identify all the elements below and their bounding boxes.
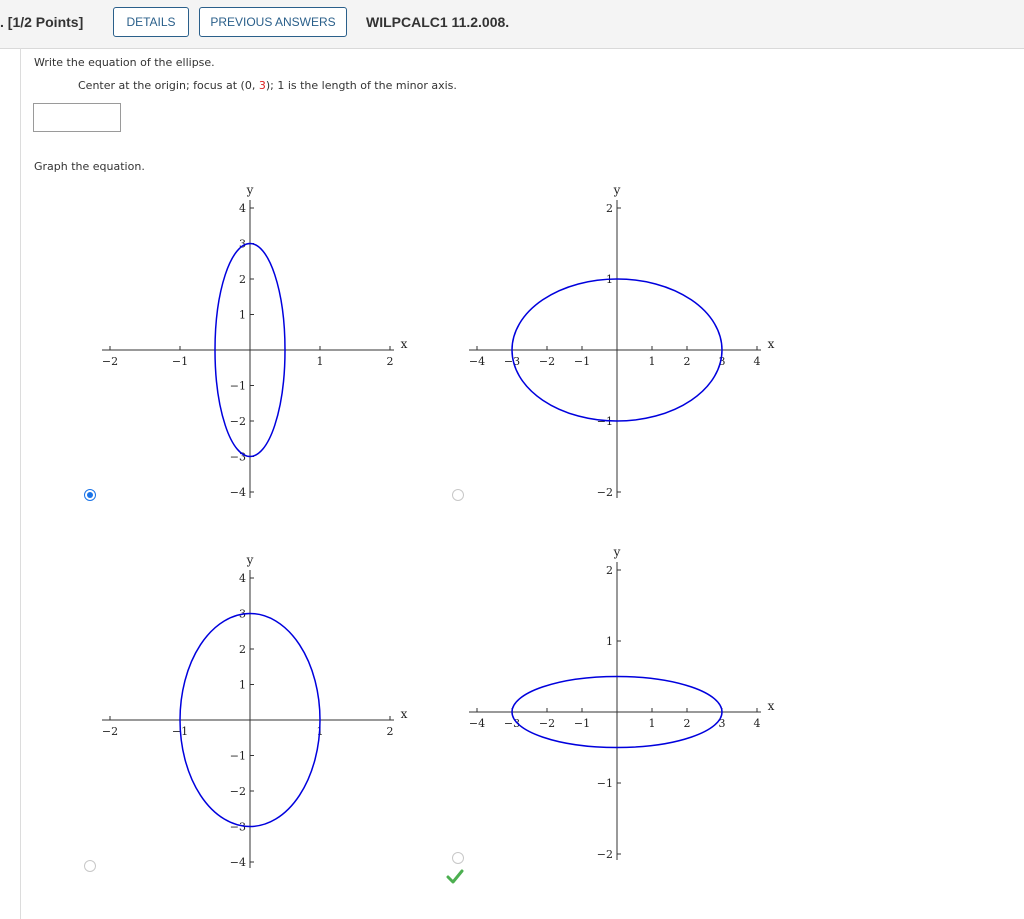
graph-option-b: −4 −3 −2 −1 1 2 3 4 2 1 −1 −2 x y [460,178,790,499]
y-tick-label: −2 [597,848,613,860]
previous-answers-button[interactable]: PREVIOUS ANSWERS [199,7,347,37]
y-tick-label: 4 [239,572,246,585]
x-tick-label: 2 [684,717,691,730]
graph-svg: −2 −1 1 24321−1−2−3−4xy [102,183,408,499]
x-tick-label: 1 [649,717,656,730]
x-tick-label: −1 [172,355,188,368]
graph-option-a: −2 −1 1 2 4 3 2 1 −1 −2 −3 −4 x y [90,178,420,499]
graph-svg: −4 −3 −2 −1 1 2 3 421−1−2xy [469,183,775,499]
graph-prompt: Graph the equation. [34,160,145,173]
y-axis-label: y [246,183,254,197]
given-info: Center at the origin; focus at (0, 3); 1… [78,79,457,92]
equation-answer-input[interactable] [33,103,121,132]
graph-option-c: −2 −1 1 2 4 3 2 1 −1 −2 −3 −4 x y [90,548,420,869]
y-tick-label: 1 [239,309,246,322]
x-tick-label: −1 [574,355,590,368]
y-tick-label: 2 [239,643,246,656]
given-text-end: ); 1 is the length of the minor axis. [265,79,457,92]
details-button[interactable]: DETAILS [113,7,189,37]
radio-option-d[interactable] [452,852,464,864]
x-tick-label: −1 [574,717,590,730]
x-tick-label: −2 [539,717,555,730]
correct-check-icon [446,869,464,884]
y-tick-label: 4 [239,202,246,215]
question-header: . [1/2 Points] DETAILS PREVIOUS ANSWERS … [0,0,1024,49]
radio-option-c[interactable] [84,860,96,872]
x-tick-label: 2 [387,725,394,738]
y-tick-label: 1 [606,635,613,648]
x-axis-label: x [768,699,775,713]
content-divider [20,48,21,919]
question-prompt: Write the equation of the ellipse. [34,56,215,69]
x-tick-label: −2 [102,355,118,368]
y-axis-label: y [246,553,254,567]
y-tick-label: −2 [230,415,246,428]
x-tick-label: 1 [317,355,324,368]
question-code: WILPCALC1 11.2.008. [366,14,510,30]
graph-option-d: −4 −3 −2 −1 1 2 3 4 2 1 −1 −2 x y [460,540,790,861]
y-tick-label: −3 [230,451,246,464]
x-tick-label: −4 [469,355,485,368]
y-tick-label: −4 [230,486,246,498]
y-axis-label: y [613,545,621,559]
x-axis-label: x [401,337,408,351]
y-tick-label: 2 [606,202,613,215]
x-tick-label: −2 [102,725,118,738]
x-tick-label: 1 [649,355,656,368]
graph-svg: −4 −3 −2 −1 1 2 3 421−1−2xy [469,545,775,861]
x-tick-label: 4 [754,355,761,368]
x-tick-label: −2 [539,355,555,368]
graph-svg: −2 −1 1 24321−1−2−3−4xy [102,553,408,869]
focus-y-value: 3 [258,79,266,92]
radio-option-b[interactable] [452,489,464,501]
points-label: . [1/2 Points] [0,14,84,30]
y-tick-label: 1 [239,679,246,692]
x-tick-label: −4 [469,717,485,730]
given-text-start: Center at the origin; focus at (0, [78,79,259,92]
y-axis-label: y [613,183,621,197]
x-axis-label: x [401,707,408,721]
x-tick-label: 2 [387,355,394,368]
y-tick-label: 2 [239,273,246,286]
radio-option-a[interactable] [84,489,96,501]
y-tick-label: −1 [230,380,246,393]
x-tick-label: 4 [754,717,761,730]
x-axis-label: x [768,337,775,351]
y-tick-label: −2 [230,785,246,798]
y-tick-label: −4 [230,856,246,868]
x-tick-label: 2 [684,355,691,368]
y-tick-label: −1 [597,777,613,790]
y-tick-label: −1 [230,750,246,763]
y-tick-label: 2 [606,564,613,577]
y-tick-label: −2 [597,486,613,498]
